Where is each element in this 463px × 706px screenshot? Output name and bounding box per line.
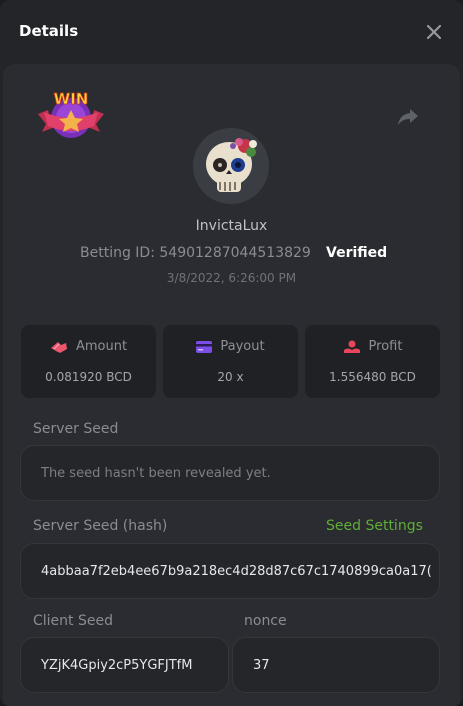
profit-icon — [343, 340, 360, 353]
seed-settings-link[interactable]: Seed Settings — [326, 518, 423, 534]
client-seed-field[interactable]: YZjK4Gpiy2cP5YGFJTfM — [20, 637, 229, 693]
close-icon — [427, 25, 441, 39]
client-seed-label: Client Seed — [33, 613, 113, 629]
profit-value: 1.556480 BCD — [329, 370, 416, 384]
server-seed-hash-label: Server Seed (hash) — [33, 518, 168, 534]
username: InvictaLux — [195, 218, 268, 234]
close-button[interactable] — [424, 22, 444, 42]
betting-id-value: 549012870445138​29 — [159, 245, 311, 261]
payout-card: Payout 20 x — [163, 325, 298, 398]
avatar — [193, 128, 269, 204]
server-seed-label: Server Seed — [33, 421, 119, 437]
details-modal: Details WIN InvictaLux Betting ID: 54901… — [0, 0, 463, 706]
share-button[interactable] — [396, 104, 420, 128]
modal-header: Details — [0, 0, 463, 64]
amount-value: 0.081920 BCD — [45, 370, 132, 384]
server-seed-field[interactable]: The seed hasn't been revealed yet. — [20, 445, 440, 501]
server-seed-hash-value: 4abbaa7f2eb4ee67b9a218ec4d28d87c67c17408… — [41, 564, 432, 579]
skull-avatar-icon — [193, 128, 269, 204]
client-seed-value: YZjK4Gpiy2cP5YGFJTfM — [41, 658, 193, 673]
modal-title: Details — [19, 22, 79, 40]
card-icon — [196, 340, 213, 353]
svg-text:WIN: WIN — [54, 90, 89, 108]
amount-card: Amount 0.081920 BCD — [21, 325, 156, 398]
amount-icon — [50, 341, 67, 353]
verified-link[interactable]: Verified — [326, 245, 387, 261]
nonce-value: 37 — [253, 658, 270, 673]
nonce-label: nonce — [244, 613, 287, 629]
payout-label: Payout — [220, 339, 265, 354]
betting-id-label: Betting ID: — [80, 245, 155, 261]
payout-value: 20 x — [217, 370, 244, 384]
betting-id-line: Betting ID: 549012870445138​29 — [80, 245, 311, 261]
amount-label: Amount — [75, 339, 128, 354]
profit-card: Profit 1.556480 BCD — [305, 325, 440, 398]
server-seed-value: The seed hasn't been revealed yet. — [41, 466, 271, 481]
nonce-field[interactable]: 37 — [232, 637, 440, 693]
win-badge: WIN — [34, 88, 108, 144]
profit-label: Profit — [368, 339, 403, 354]
server-seed-hash-field[interactable]: 4abbaa7f2eb4ee67b9a218ec4d28d87c67c17408… — [20, 543, 440, 599]
bet-timestamp: 3/8/2022, 6:26:00 PM — [166, 271, 297, 285]
share-arrow-icon — [398, 109, 418, 125]
